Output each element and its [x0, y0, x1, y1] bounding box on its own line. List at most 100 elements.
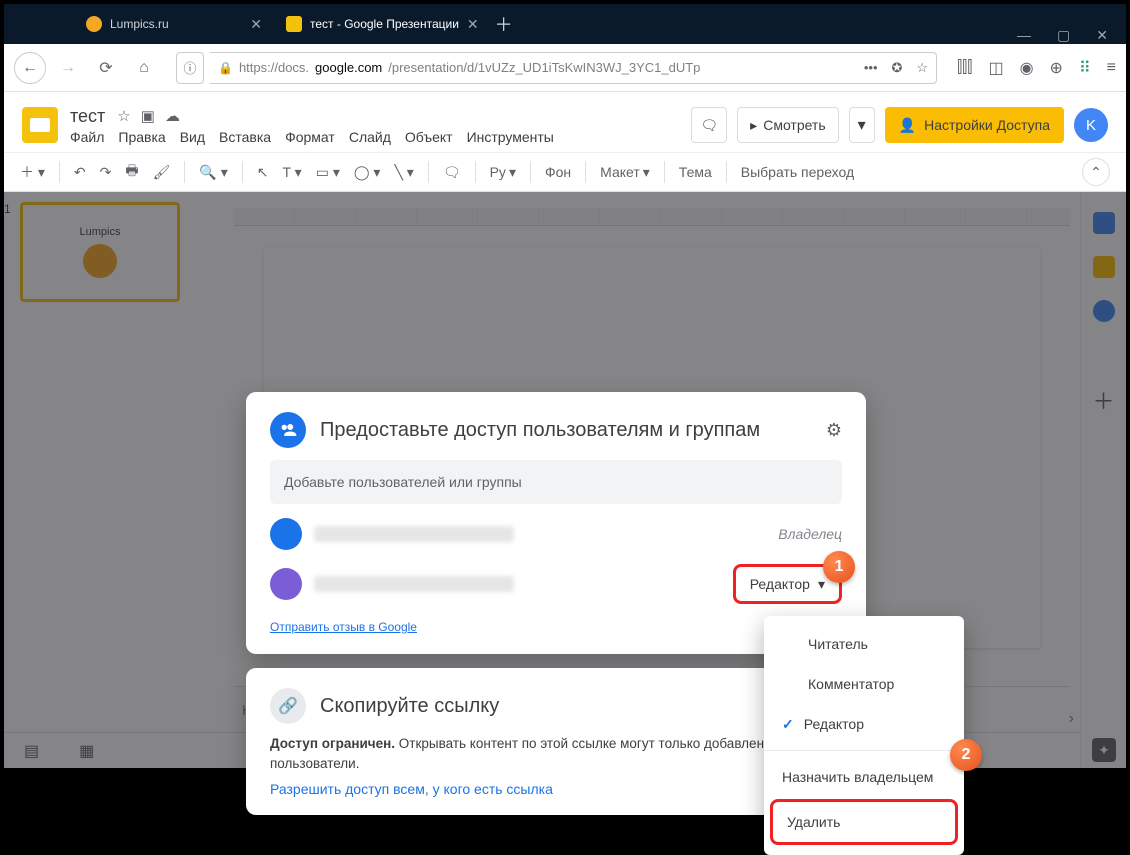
allow-anyone-link[interactable]: Разрешить доступ всем, у кого есть ссылк…	[270, 781, 842, 797]
close-window-button[interactable]: ✕	[1096, 27, 1108, 44]
browser-titlebar: Lumpics.ru ✕ тест - Google Презентации ✕…	[4, 4, 1126, 44]
share-people-card: Предоставьте доступ пользователям и груп…	[246, 392, 866, 654]
user-avatar	[270, 568, 302, 600]
slides-logo[interactable]	[22, 107, 58, 143]
comment-tool[interactable]: 🗨	[443, 164, 461, 181]
extensions-icon[interactable]: ⠿	[1079, 58, 1091, 78]
link-icon: 🔗	[270, 688, 306, 724]
globe-icon[interactable]: ⊕	[1050, 58, 1063, 78]
menu-file[interactable]: Файл	[70, 129, 104, 145]
zoom-button[interactable]: 🔍 ▾	[199, 164, 227, 181]
reload-button[interactable]: ⟳	[90, 52, 122, 84]
paint-format-button[interactable]: 🖌	[153, 164, 171, 181]
present-button[interactable]: ▸ Смотреть	[737, 107, 838, 143]
people-icon	[270, 412, 306, 448]
account-icon[interactable]: ◉	[1020, 58, 1034, 78]
menu-bar: Файл Правка Вид Вставка Формат Слайд Объ…	[70, 129, 554, 145]
doc-header: тест ☆ ▣ ☁ Файл Правка Вид Вставка Форма…	[4, 92, 1126, 152]
browser-tab[interactable]: Lumpics.ru ✕	[74, 7, 274, 41]
role-dropdown-button[interactable]: Редактор ▾ 1	[733, 564, 842, 604]
comments-button[interactable]: 🗨	[691, 107, 727, 143]
new-slide-button[interactable]: ＋ ▾	[20, 162, 45, 182]
back-button[interactable]: ←	[14, 52, 46, 84]
image-tool[interactable]: ▭ ▾	[316, 164, 340, 181]
check-icon: ✓	[782, 716, 794, 733]
move-folder-icon[interactable]: ▣	[141, 107, 155, 125]
share-title: Предоставьте доступ пользователям и груп…	[320, 419, 760, 442]
theme-button[interactable]: Тема	[679, 164, 712, 180]
link-title: Скопируйте ссылку	[320, 695, 499, 718]
sidebar-icon[interactable]: ◫	[988, 58, 1003, 78]
menu-format[interactable]: Формат	[285, 129, 335, 145]
separator	[764, 750, 964, 751]
tab-title: Lumpics.ru	[110, 17, 169, 31]
line-tool[interactable]: ╲ ▾	[394, 164, 413, 181]
gear-icon[interactable]: ⚙	[826, 420, 842, 441]
toolbar: ＋ ▾ ↶ ↷ 🖶 🖌 🔍 ▾ ↖ T ▾ ▭ ▾ ◯ ▾ ╲ ▾ 🗨 Pу ▾…	[4, 152, 1126, 192]
url-host: google.com	[315, 60, 382, 75]
add-people-input[interactable]: Добавьте пользователей или группы	[270, 460, 842, 504]
browser-tab-active[interactable]: тест - Google Презентации ✕	[274, 7, 491, 41]
select-tool[interactable]: ↖	[257, 164, 269, 181]
cloud-saved-icon: ☁	[165, 107, 180, 125]
reader-mode-icon[interactable]: ✪	[892, 60, 903, 76]
url-bar: ← → ⟳ ⌂ ⓘ 🔒 https://docs. google.com/pres…	[4, 44, 1126, 92]
link-body: Доступ ограничен. Открывать контент по э…	[270, 734, 842, 775]
address-field[interactable]: 🔒 https://docs. google.com/presentation/d…	[210, 52, 937, 84]
transition-button[interactable]: Выбрать переход	[741, 164, 854, 180]
print-button[interactable]: 🖶	[125, 160, 138, 184]
favicon-slides	[286, 16, 302, 32]
doc-title[interactable]: тест	[70, 106, 105, 127]
undo-button[interactable]: ↶	[74, 164, 86, 181]
favicon-lumpics	[86, 16, 102, 32]
close-icon[interactable]: ✕	[250, 16, 262, 33]
url-part: https://docs.	[239, 60, 309, 75]
menu-slide[interactable]: Слайд	[349, 129, 391, 145]
maximize-button[interactable]: ▢	[1057, 27, 1070, 44]
layout-button[interactable]: Макет ▾	[600, 164, 650, 181]
library-icon[interactable]: ⫿⫿⫿	[957, 59, 972, 77]
collapse-toolbar[interactable]: ⌃	[1082, 158, 1110, 186]
shape-tool[interactable]: ◯ ▾	[354, 164, 381, 181]
feedback-link[interactable]: Отправить отзыв в Google	[270, 620, 417, 634]
forward-button[interactable]: →	[52, 52, 84, 84]
menu-insert[interactable]: Вставка	[219, 129, 271, 145]
menu-icon[interactable]: ≡	[1107, 59, 1116, 77]
star-icon[interactable]: ☆	[117, 107, 130, 125]
minimize-button[interactable]: —	[1017, 27, 1031, 44]
close-icon[interactable]: ✕	[467, 16, 479, 33]
menu-tools[interactable]: Инструменты	[467, 129, 554, 145]
tab-title: тест - Google Презентации	[310, 17, 459, 31]
home-button[interactable]: ⌂	[128, 52, 160, 84]
owner-badge: Владелец	[778, 526, 842, 542]
present-dropdown[interactable]: ▾	[849, 107, 875, 143]
chevron-down-icon: ▾	[818, 576, 825, 593]
menu-remove-highlight: Удалить	[770, 799, 958, 845]
redo-button[interactable]: ↷	[100, 164, 112, 181]
user-avatar	[270, 518, 302, 550]
share-user-row: Редактор ▾ 1	[270, 564, 842, 604]
share-button[interactable]: 👤 Настройки Доступа	[885, 107, 1064, 143]
share-user-row: Владелец	[270, 518, 842, 550]
bookmark-icon[interactable]: ☆	[916, 60, 928, 76]
lock-icon: 🔒	[218, 61, 233, 75]
more-icon[interactable]: •••	[864, 60, 878, 76]
menu-reader[interactable]: Читатель	[764, 624, 964, 664]
url-part: /presentation/d/1vUZz_UD1iTsKwIN3WJ_3YC1…	[388, 60, 700, 75]
new-tab-button[interactable]: ＋	[495, 11, 513, 37]
menu-edit[interactable]: Правка	[118, 129, 165, 145]
textbox-tool[interactable]: T ▾	[282, 164, 301, 181]
menu-make-owner[interactable]: Назначить владельцем 2	[764, 757, 964, 797]
account-avatar[interactable]: K	[1074, 108, 1108, 142]
menu-editor[interactable]: ✓Редактор	[764, 704, 964, 744]
callout-badge: 1	[823, 551, 855, 583]
menu-object[interactable]: Объект	[405, 129, 453, 145]
menu-commenter[interactable]: Комментатор	[764, 664, 964, 704]
user-name-blurred	[314, 526, 514, 542]
background-button[interactable]: Фон	[545, 164, 571, 180]
site-info-button[interactable]: ⓘ	[176, 52, 204, 84]
menu-view[interactable]: Вид	[180, 129, 205, 145]
rt-label[interactable]: Pу ▾	[490, 164, 516, 181]
role-dropdown-menu: Читатель Комментатор ✓Редактор Назначить…	[764, 616, 964, 855]
menu-remove[interactable]: Удалить	[773, 802, 955, 842]
